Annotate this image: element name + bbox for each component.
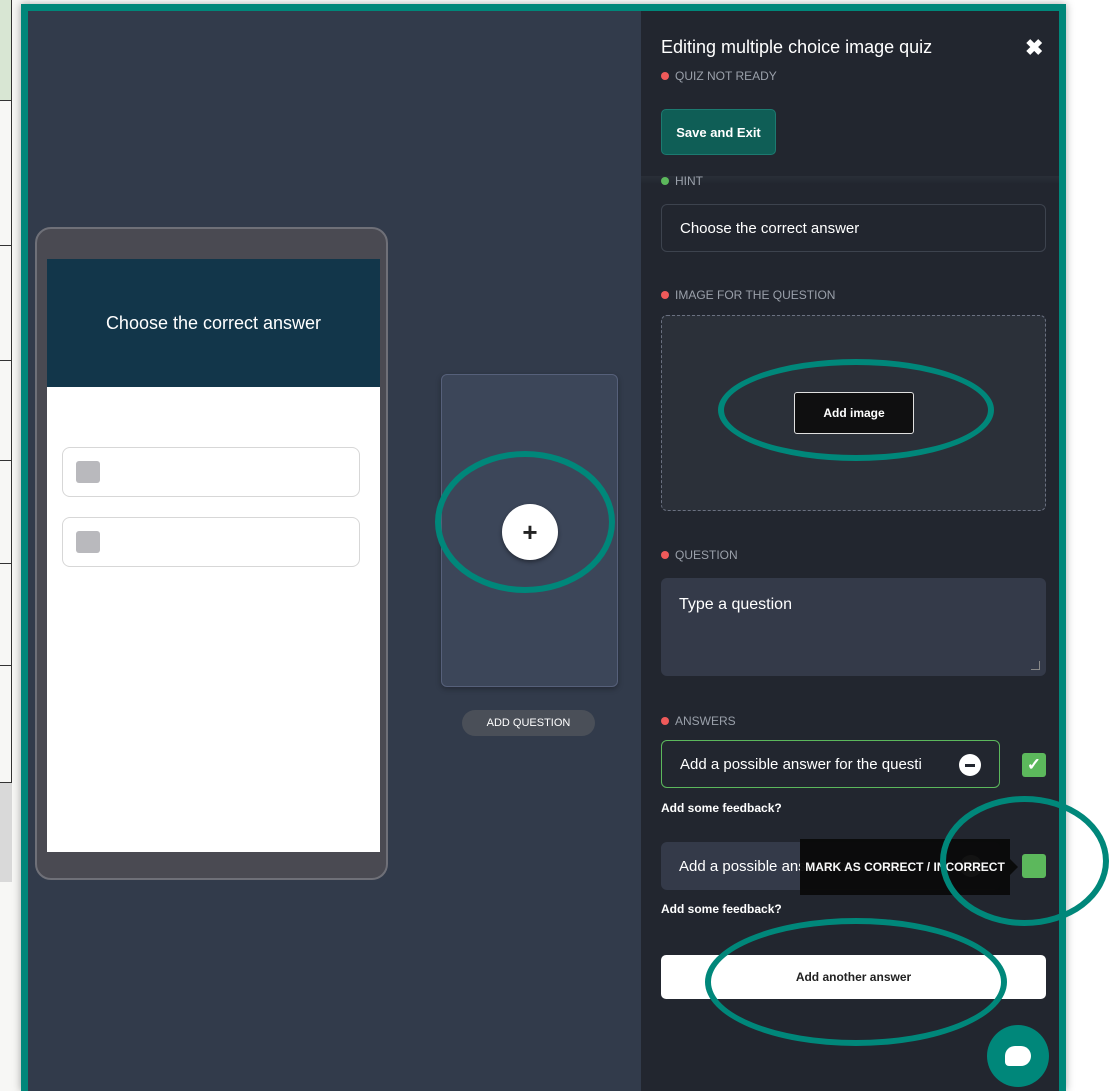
background-line [11, 0, 12, 882]
mark-correct-checkbox[interactable]: ✓ [1022, 753, 1046, 777]
phone-preview: Choose the correct answer [35, 227, 388, 880]
status-dot-icon [661, 291, 669, 299]
background-line [0, 100, 12, 101]
question-placeholder: Type a question [679, 596, 792, 613]
background-line [0, 563, 12, 564]
phone-screen: Choose the correct answer [47, 259, 380, 852]
quiz-editor-window: Choose the correct answer + ADD QUESTION… [21, 4, 1066, 1091]
chat-support-button[interactable] [987, 1025, 1049, 1087]
image-label-text: IMAGE FOR THE QUESTION [675, 288, 836, 302]
preview-question-header: Choose the correct answer [47, 259, 380, 387]
background-line [0, 245, 12, 246]
panel-divider [641, 176, 1059, 184]
status-dot-icon [661, 177, 669, 185]
editor-panel: Editing multiple choice image quiz ✖ QUI… [641, 11, 1059, 1091]
preview-answer-option[interactable] [62, 447, 360, 497]
add-feedback-link[interactable]: Add some feedback? [661, 902, 782, 916]
background-block [0, 783, 12, 882]
mark-correct-tooltip: MARK AS CORRECT / INCORRECT [800, 839, 1018, 895]
status-dot-icon [661, 72, 669, 80]
resize-handle-icon[interactable] [1031, 661, 1040, 670]
preview-answer-option[interactable] [62, 517, 360, 567]
close-icon[interactable]: ✖ [1025, 35, 1043, 61]
status-dot-icon [661, 717, 669, 725]
add-question-card[interactable]: + [441, 374, 618, 687]
answers-label: ANSWERS [661, 714, 736, 728]
answer-checkbox-icon [76, 531, 100, 553]
question-input[interactable]: Type a question [661, 578, 1046, 676]
add-feedback-link[interactable]: Add some feedback? [661, 801, 782, 815]
save-and-exit-button[interactable]: Save and Exit [661, 109, 776, 155]
answer-checkbox-icon [76, 461, 100, 483]
plus-icon[interactable]: + [502, 504, 558, 560]
hint-label-text: HINT [675, 174, 703, 188]
quiz-status: QUIZ NOT READY [661, 69, 777, 83]
hint-input[interactable]: Choose the correct answer [661, 204, 1046, 252]
answers-label-text: ANSWERS [675, 714, 736, 728]
add-question-button[interactable]: ADD QUESTION [462, 710, 595, 736]
panel-title: Editing multiple choice image quiz [661, 37, 933, 57]
image-dropzone[interactable]: Add image [661, 315, 1046, 511]
background-line [0, 460, 12, 461]
status-text: QUIZ NOT READY [675, 69, 777, 83]
question-label: QUESTION [661, 548, 738, 562]
question-label-text: QUESTION [675, 548, 738, 562]
answer-placeholder: Add a possible answer for the questi [680, 755, 922, 773]
remove-answer-icon[interactable] [959, 754, 981, 776]
image-label: IMAGE FOR THE QUESTION [661, 288, 835, 302]
chat-icon [1005, 1046, 1031, 1066]
answer-input[interactable]: Add a possible answer for the questi [661, 740, 1000, 788]
add-image-button[interactable]: Add image [794, 392, 914, 434]
background-line [0, 360, 12, 361]
status-dot-icon [661, 551, 669, 559]
background-line [0, 665, 12, 666]
mark-correct-checkbox[interactable] [1022, 854, 1046, 878]
hint-label: HINT [661, 174, 703, 188]
add-another-answer-button[interactable]: Add another answer [661, 955, 1046, 999]
